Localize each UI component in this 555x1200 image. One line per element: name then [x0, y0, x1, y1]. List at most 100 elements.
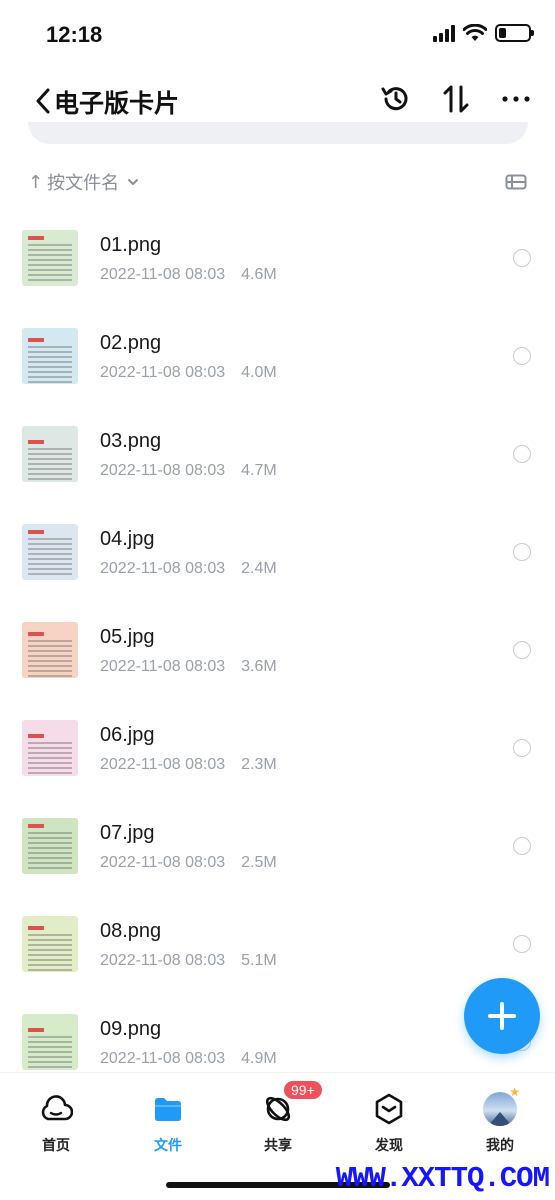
select-radio[interactable]: [513, 445, 531, 463]
file-meta: 2022-11-08 08:03 2.4M: [100, 560, 277, 578]
file-name: 05.jpg: [100, 626, 155, 648]
tab-label: 发现: [375, 1138, 403, 1154]
file-size: 4.9M: [241, 1050, 277, 1067]
orbit-icon: 99+: [260, 1081, 322, 1127]
more-icon: [502, 96, 530, 102]
list-view-icon: [505, 174, 527, 190]
select-radio[interactable]: [513, 739, 531, 757]
status-bar: 12:18: [0, 0, 555, 70]
select-radio[interactable]: [513, 837, 531, 855]
cube-icon: [371, 1091, 407, 1127]
crown-icon: ★: [509, 1085, 520, 1099]
file-name: 03.png: [100, 430, 162, 452]
select-radio[interactable]: [513, 249, 531, 267]
chevron-left-icon: [36, 88, 50, 114]
list-item[interactable]: 07.jpg 2022-11-08 08:03 2.5M: [0, 794, 555, 892]
file-name: 08.png: [100, 920, 162, 942]
tab-profile[interactable]: ★ 我的: [460, 1085, 540, 1155]
select-radio[interactable]: [513, 347, 531, 365]
file-thumbnail: [22, 622, 78, 678]
tab-label: 我的: [486, 1138, 514, 1154]
file-meta: 2022-11-08 08:03 2.5M: [100, 854, 277, 872]
plus-icon: [488, 1002, 516, 1030]
file-name: 06.jpg: [100, 724, 155, 746]
nav-actions: [379, 82, 533, 116]
list-item[interactable]: 03.png 2022-11-08 08:03 4.7M: [0, 402, 555, 500]
avatar-icon: ★: [482, 1085, 520, 1127]
add-button[interactable]: [464, 978, 540, 1054]
folder-icon: [150, 1091, 186, 1127]
status-icons: [433, 24, 534, 42]
tab-label: 文件: [154, 1138, 182, 1154]
sort-label: 按文件名: [47, 173, 120, 194]
tab-home[interactable]: 首页: [16, 1091, 96, 1155]
file-size: 4.0M: [241, 364, 277, 381]
list-item[interactable]: 06.jpg 2022-11-08 08:03 2.3M: [0, 696, 555, 794]
file-meta: 2022-11-08 08:03 4.9M: [100, 1050, 277, 1068]
battery-icon: [495, 24, 534, 42]
select-radio[interactable]: [513, 935, 531, 953]
sort-button[interactable]: [439, 82, 473, 116]
file-meta: 2022-11-08 08:03 3.6M: [100, 658, 277, 676]
file-name: 02.png: [100, 332, 162, 354]
tab-share[interactable]: 99+ 共享: [238, 1081, 322, 1155]
file-meta: 2022-11-08 08:03 2.3M: [100, 756, 277, 774]
file-size: 2.4M: [241, 560, 277, 577]
file-thumbnail: [22, 720, 78, 776]
file-date: 2022-11-08 08:03: [100, 756, 226, 773]
file-date: 2022-11-08 08:03: [100, 364, 226, 381]
list-item[interactable]: 02.png 2022-11-08 08:03 4.0M: [0, 304, 555, 402]
file-meta: 2022-11-08 08:03 4.0M: [100, 364, 277, 382]
file-date: 2022-11-08 08:03: [100, 266, 226, 283]
file-list: 01.png 2022-11-08 08:03 4.6M 02.png 2022-11-…: [0, 206, 555, 1088]
chevron-down-icon: [127, 178, 139, 186]
file-meta: 2022-11-08 08:03 5.1M: [100, 952, 277, 970]
file-size: 3.6M: [241, 658, 277, 675]
tab-label: 首页: [42, 1138, 70, 1154]
history-button[interactable]: [379, 82, 413, 116]
cloud-icon: [38, 1091, 74, 1127]
tab-files[interactable]: 文件: [128, 1091, 208, 1155]
more-button[interactable]: [499, 82, 533, 116]
file-thumbnail: [22, 524, 78, 580]
file-name: 07.jpg: [100, 822, 155, 844]
select-radio[interactable]: [513, 641, 531, 659]
file-date: 2022-11-08 08:03: [100, 854, 226, 871]
nav-bar: 电子版卡片: [0, 72, 555, 128]
file-name: 04.jpg: [100, 528, 155, 550]
tab-bar: 首页 文件 99+ 共享 发现 ★ 我的: [0, 1072, 555, 1172]
file-thumbnail: [22, 328, 78, 384]
sort-row[interactable]: ↑ 按文件名: [28, 166, 528, 198]
file-thumbnail: [22, 426, 78, 482]
sort-direction-icon: ↑: [28, 171, 44, 193]
file-size: 5.1M: [241, 952, 277, 969]
status-time: 12:18: [46, 22, 103, 47]
notification-badge: 99+: [284, 1081, 322, 1099]
list-item[interactable]: 05.jpg 2022-11-08 08:03 3.6M: [0, 598, 555, 696]
tab-discover[interactable]: 发现: [349, 1091, 429, 1155]
file-thumbnail: [22, 818, 78, 874]
view-mode-button[interactable]: [504, 170, 528, 194]
sort-updown-icon: [443, 85, 469, 113]
search-bar[interactable]: [28, 122, 528, 144]
page-title: 电子版卡片: [54, 89, 180, 118]
cellular-signal-icon: [433, 24, 455, 42]
wifi-icon: [463, 24, 487, 41]
list-item[interactable]: 08.png 2022-11-08 08:03 5.1M: [0, 892, 555, 990]
tab-label: 共享: [264, 1138, 292, 1154]
file-date: 2022-11-08 08:03: [100, 462, 226, 479]
file-name: 01.png: [100, 234, 162, 256]
list-item[interactable]: 01.png 2022-11-08 08:03 4.6M: [0, 206, 555, 304]
list-item[interactable]: 04.jpg 2022-11-08 08:03 2.4M: [0, 500, 555, 598]
history-icon: [381, 87, 408, 111]
file-thumbnail: [22, 916, 78, 972]
file-size: 2.5M: [241, 854, 277, 871]
select-radio[interactable]: [513, 543, 531, 561]
file-thumbnail: [22, 230, 78, 286]
file-meta: 2022-11-08 08:03 4.6M: [100, 266, 277, 284]
file-thumbnail: [22, 1014, 78, 1070]
file-date: 2022-11-08 08:03: [100, 560, 226, 577]
file-date: 2022-11-08 08:03: [100, 1050, 226, 1067]
file-date: 2022-11-08 08:03: [100, 658, 226, 675]
file-size: 4.7M: [241, 462, 277, 479]
